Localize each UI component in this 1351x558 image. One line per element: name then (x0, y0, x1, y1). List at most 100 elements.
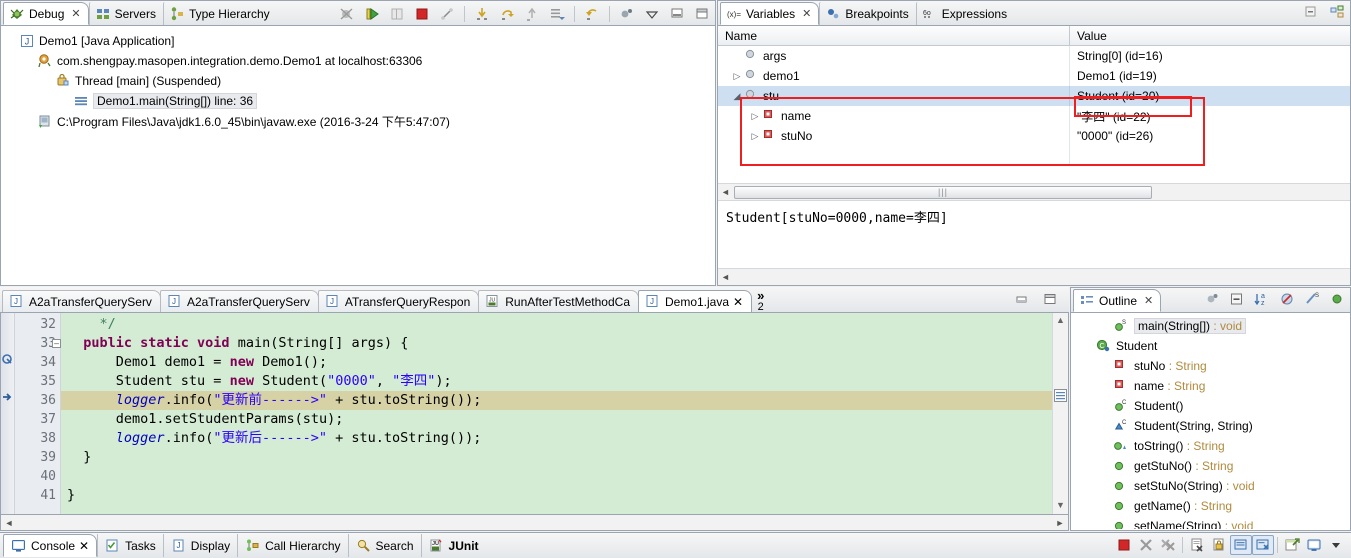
tab-junit[interactable]: JU JUnit (420, 534, 486, 557)
scroll-down-icon[interactable]: ▼ (1056, 500, 1065, 510)
collapse-all-icon[interactable] (1226, 289, 1248, 309)
variable-detail-pane[interactable]: Student[stuNo=0000,name=李四] (718, 200, 1350, 268)
tab-servers[interactable]: Servers (88, 2, 163, 25)
outline-row-getname[interactable]: getName() : String (1071, 496, 1350, 516)
console-menu-chevron-down-icon[interactable] (1325, 535, 1347, 555)
code-line-35[interactable]: Student stu = new Student("0000", "李四"); (61, 372, 1052, 391)
tab-call-hierarchy[interactable]: Call Hierarchy (237, 534, 347, 557)
drop-to-frame-icon[interactable] (581, 4, 603, 24)
hide-static-members-icon[interactable]: S (1301, 289, 1323, 309)
open-console-icon[interactable] (1303, 535, 1325, 555)
code-line-37[interactable]: demo1.setStudentParams(stu); (61, 410, 1052, 429)
close-icon[interactable]: ✕ (802, 7, 811, 20)
clear-console-icon[interactable] (1186, 535, 1208, 555)
code-editor[interactable]: 32 33– 34 35 36 37 38 39 40 41 */ public… (0, 312, 1069, 515)
focus-on-active-task-icon[interactable] (1201, 289, 1223, 309)
outline-row-setname[interactable]: setName(String) : void (1071, 516, 1350, 529)
tab-debug[interactable]: Debug ✕ (3, 2, 89, 25)
tab-expressions[interactable]: 6o Expressions (915, 2, 1014, 25)
detail-horizontal-scrollbar[interactable]: ◄ (718, 268, 1350, 285)
outline-tree[interactable]: S main(String[]) : void C Student stuNo … (1071, 313, 1350, 529)
variables-horizontal-scrollbar[interactable]: ◄ ||| (718, 183, 1350, 200)
terminate-icon[interactable] (1113, 535, 1135, 555)
resume-icon[interactable] (361, 4, 383, 24)
variable-value[interactable]: "李四" (id=22) (1070, 106, 1350, 126)
editor-tab-demo1-java[interactable]: J Demo1.java ✕ (638, 290, 753, 312)
tab-variables[interactable]: (x)= Variables ✕ (720, 2, 820, 25)
outline-row-tostring[interactable]: toString() : String (1071, 436, 1350, 456)
outline-row-setstuno[interactable]: setStuNo(String) : void (1071, 476, 1350, 496)
fold-toggle-icon[interactable]: – (52, 339, 61, 348)
debug-tree-row[interactable]: J Demo1 [Java Application] (1, 31, 715, 51)
disconnect-icon[interactable] (436, 4, 458, 24)
hide-nonpublic-icon[interactable] (1326, 289, 1348, 309)
outline-row-name[interactable]: name : String (1071, 376, 1350, 396)
code-line-40[interactable] (61, 467, 1052, 486)
editor-tab-a2atransferqueryserv-2[interactable]: J A2aTransferQueryServ (159, 290, 319, 312)
expander-icon[interactable]: ▷ (748, 131, 762, 142)
editor-more-tabs-button[interactable]: » 2 (751, 289, 770, 313)
code-line-32[interactable]: */ (61, 315, 1052, 334)
scrollbar-thumb[interactable]: ||| (734, 185, 1152, 199)
editor-vertical-scrollbar[interactable]: ▲ ▼ (1052, 313, 1068, 514)
column-header-value[interactable]: Value (1070, 29, 1350, 43)
editor-tab-a2atransferqueryserv-1[interactable]: J A2aTransferQueryServ (2, 290, 161, 312)
code-line-36-current[interactable]: logger.info("更新前------>" + stu.toString(… (61, 391, 1052, 410)
editor-maximize-icon[interactable] (1039, 289, 1061, 309)
editor-restore-icon[interactable] (1011, 289, 1033, 309)
close-icon[interactable]: ✕ (733, 295, 743, 309)
scroll-right-icon[interactable]: ► (1052, 518, 1068, 528)
hide-fields-icon[interactable] (1276, 289, 1298, 309)
minimize-icon[interactable] (666, 4, 688, 24)
source-code[interactable]: */ public static void main(String[] args… (61, 313, 1052, 514)
suspend-icon[interactable] (386, 4, 408, 24)
code-line-39[interactable]: } (61, 448, 1052, 467)
close-icon[interactable]: ✕ (1144, 294, 1153, 307)
scroll-lock-icon[interactable] (1208, 535, 1230, 555)
scroll-up-icon[interactable]: ▲ (1056, 315, 1065, 325)
code-line-34[interactable]: Demo1 demo1 = new Demo1(); (61, 353, 1052, 372)
maximize-icon[interactable] (691, 4, 713, 24)
code-line-33[interactable]: public static void main(String[] args) { (61, 334, 1052, 353)
outline-row-student-ctor-args[interactable]: C Student(String, String) (1071, 416, 1350, 436)
debug-tree-row-selected[interactable]: Demo1.main(String[]) line: 36 (1, 91, 715, 111)
pin-console-icon[interactable] (1230, 535, 1252, 555)
editor-tab-runaftertestmethodca[interactable]: JU RunAfterTestMethodCa (478, 290, 639, 312)
tab-search[interactable]: Search (347, 534, 421, 557)
variable-value[interactable]: Student (id=20) (1070, 86, 1350, 106)
variable-row-stuno[interactable]: ▷ stuNo "0000" (id=26) (718, 126, 1350, 146)
step-over-icon[interactable] (496, 4, 518, 24)
display-selected-console-icon[interactable] (1252, 535, 1274, 555)
scroll-left-icon[interactable]: ◄ (1, 518, 17, 528)
step-return-icon[interactable] (521, 4, 543, 24)
sort-icon[interactable]: az (1251, 289, 1273, 309)
editor-annotation-ruler[interactable] (1, 313, 15, 514)
variable-row-name[interactable]: ▷ name "李四" (id=22) (718, 106, 1350, 126)
view-menu-icon[interactable] (641, 4, 663, 24)
outline-row-main[interactable]: S main(String[]) : void (1071, 316, 1350, 336)
scrollbar-thumb[interactable] (1054, 389, 1067, 402)
variable-row-stu[interactable]: ◢ stu Student (id=20) (718, 86, 1350, 106)
show-logical-structure-icon[interactable] (1326, 2, 1348, 22)
terminate-icon[interactable] (411, 4, 433, 24)
tab-breakpoints[interactable]: Breakpoints (819, 2, 915, 25)
variable-value[interactable]: String[0] (id=16) (1070, 46, 1350, 66)
column-header-name[interactable]: Name (718, 26, 1070, 45)
scroll-left-icon-2[interactable]: ◄ (718, 272, 733, 282)
debug-stack-tree[interactable]: J Demo1 [Java Application] com.shengpay.… (1, 26, 715, 131)
debug-view-options-icon[interactable] (616, 4, 638, 24)
code-line-41[interactable]: } (61, 486, 1052, 505)
tab-display[interactable]: J Display (162, 534, 237, 557)
new-console-view-icon[interactable] (1281, 535, 1303, 555)
tab-console[interactable]: Console ✕ (3, 534, 98, 557)
remove-launch-icon[interactable] (1135, 535, 1157, 555)
tab-outline[interactable]: Outline ✕ (1073, 289, 1162, 312)
outline-row-stuno[interactable]: stuNo : String (1071, 356, 1350, 376)
close-icon[interactable]: ✕ (71, 7, 80, 20)
expander-icon[interactable]: ◢ (730, 91, 744, 102)
scroll-left-icon[interactable]: ◄ (718, 187, 733, 197)
outline-row-student-ctor[interactable]: C Student() (1071, 396, 1350, 416)
tab-type-hierarchy[interactable]: Type Hierarchy (162, 2, 277, 25)
step-filters-icon[interactable] (546, 4, 568, 24)
debug-tree-row[interactable]: Thread [main] (Suspended) (1, 71, 715, 91)
